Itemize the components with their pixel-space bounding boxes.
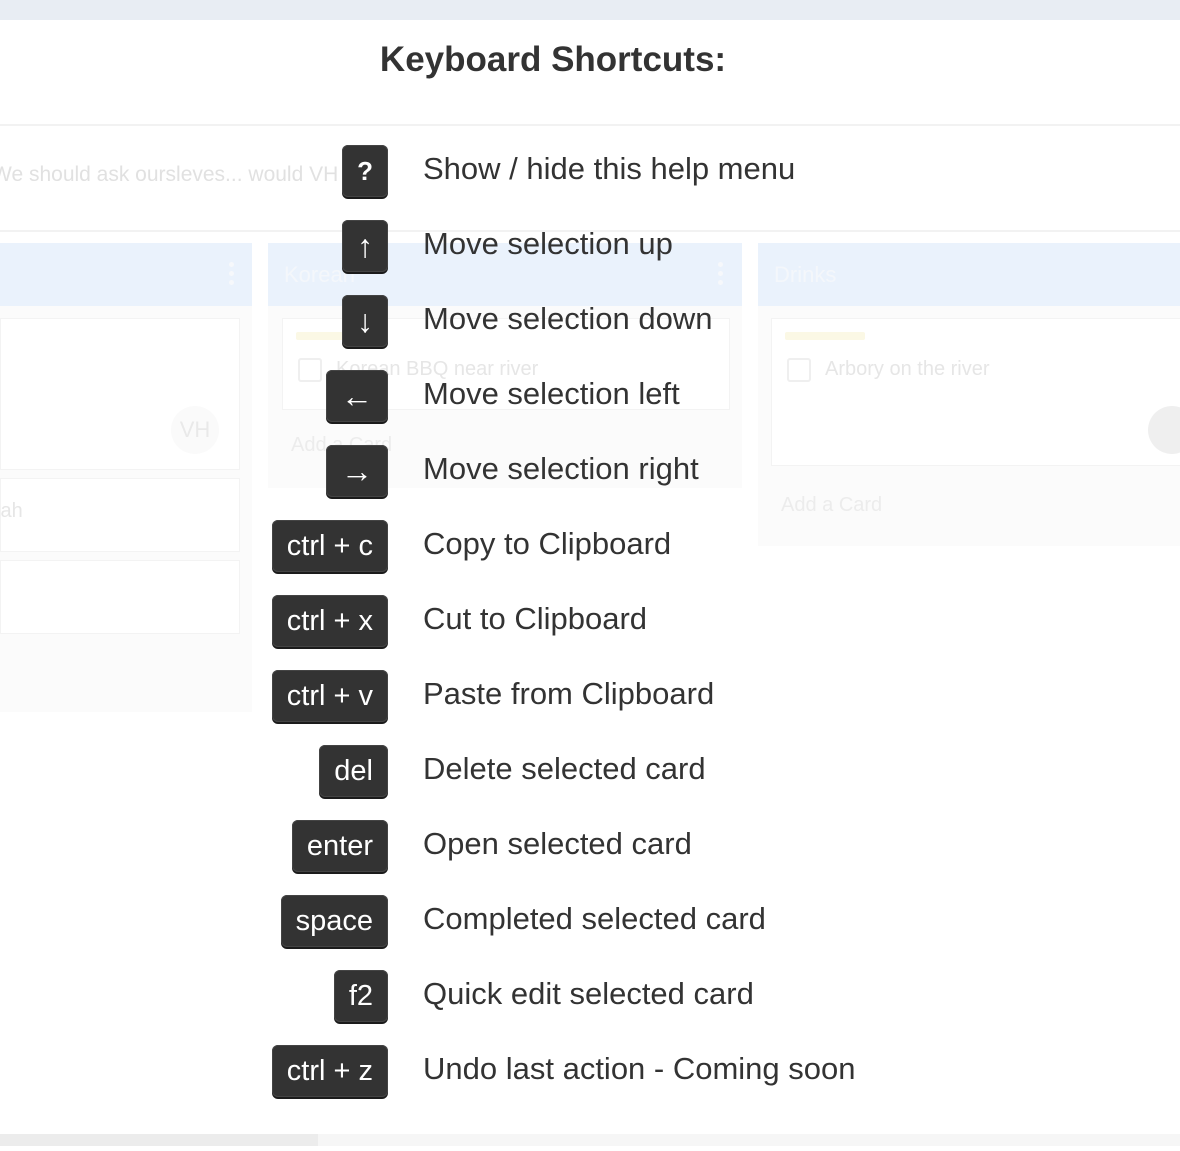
shortcut-description: Show / hide this help menu	[423, 151, 796, 186]
shortcut-row: ctrl + x Cut to Clipboard	[0, 595, 1180, 651]
shortcut-description: Move selection left	[423, 376, 680, 411]
shortcut-row: ctrl + z Undo last action - Coming soon	[0, 1045, 1180, 1101]
shortcut-row: ctrl + c Copy to Clipboard	[0, 520, 1180, 576]
key-arrow-right: →	[326, 445, 388, 497]
shortcut-description: Paste from Clipboard	[423, 676, 715, 711]
shortcut-description: Delete selected card	[423, 751, 706, 786]
shortcut-description: Copy to Clipboard	[423, 526, 672, 561]
key-arrow-down: ↓	[342, 295, 388, 347]
shortcut-row: ↑ Move selection up	[0, 220, 1180, 276]
shortcut-description: Quick edit selected card	[423, 976, 754, 1011]
shortcut-row: enter Open selected card	[0, 820, 1180, 876]
shortcut-description: Completed selected card	[423, 901, 766, 936]
key-f2: f2	[333, 970, 388, 1022]
shortcut-row: ↓ Move selection down	[0, 295, 1180, 351]
key-ctrl-z: ctrl + z	[271, 1045, 388, 1097]
key-arrow-up: ↑	[342, 220, 388, 272]
key-arrow-left: ←	[326, 370, 388, 422]
key-space: space	[280, 895, 388, 947]
key-ctrl-v: ctrl + v	[271, 670, 388, 722]
shortcut-description: Cut to Clipboard	[423, 601, 648, 636]
shortcut-row: → Move selection right	[0, 445, 1180, 501]
key-ctrl-c: ctrl + c	[271, 520, 388, 572]
shortcut-description: Undo last action - Coming soon	[423, 1051, 856, 1086]
shortcut-description: Open selected card	[423, 826, 692, 861]
help-title: Keyboard Shortcuts:	[379, 40, 727, 79]
shortcut-description: Move selection up	[423, 226, 673, 261]
shortcut-row: space Completed selected card	[0, 895, 1180, 951]
shortcut-row: ? Show / hide this help menu	[0, 145, 1180, 201]
scrollbar-thumb[interactable]	[0, 1134, 318, 1146]
shortcut-row: f2 Quick edit selected card	[0, 970, 1180, 1026]
key-ctrl-x: ctrl + x	[271, 595, 388, 647]
shortcut-description: Move selection right	[423, 451, 699, 486]
shortcut-row: del Delete selected card	[0, 745, 1180, 801]
key-help: ?	[342, 145, 388, 197]
key-enter: enter	[291, 820, 388, 872]
shortcut-description: Move selection down	[423, 301, 713, 336]
top-bar	[0, 0, 1180, 20]
shortcut-row: ctrl + v Paste from Clipboard	[0, 670, 1180, 726]
shortcut-row: ← Move selection left	[0, 370, 1180, 426]
key-del: del	[319, 745, 388, 797]
